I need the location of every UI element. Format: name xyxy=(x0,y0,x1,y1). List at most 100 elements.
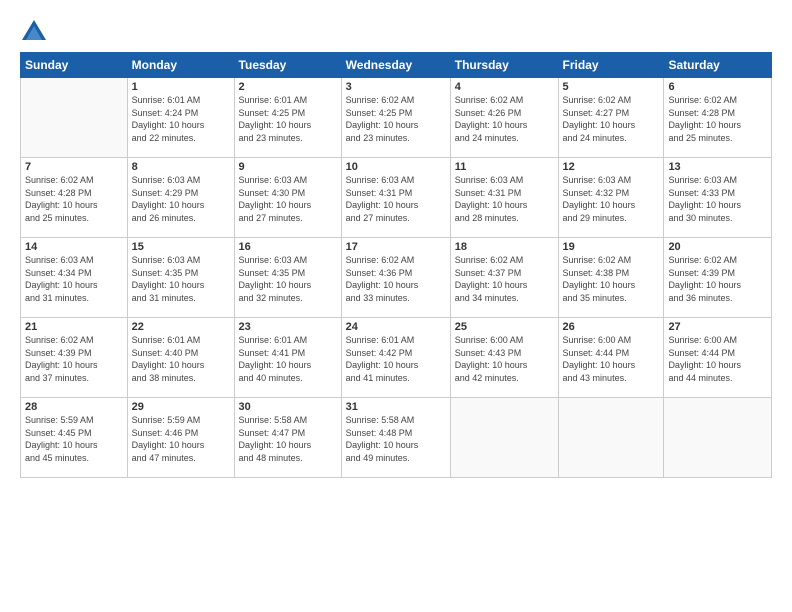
calendar-cell: 16Sunrise: 6:03 AM Sunset: 4:35 PM Dayli… xyxy=(234,238,341,318)
day-number: 19 xyxy=(563,241,660,253)
day-info: Sunrise: 6:03 AM Sunset: 4:34 PM Dayligh… xyxy=(25,254,123,304)
day-number: 17 xyxy=(346,241,446,253)
calendar-cell: 31Sunrise: 5:58 AM Sunset: 4:48 PM Dayli… xyxy=(341,398,450,478)
day-info: Sunrise: 6:01 AM Sunset: 4:24 PM Dayligh… xyxy=(132,94,230,144)
calendar-cell: 24Sunrise: 6:01 AM Sunset: 4:42 PM Dayli… xyxy=(341,318,450,398)
calendar-header-saturday: Saturday xyxy=(664,53,772,78)
day-info: Sunrise: 6:03 AM Sunset: 4:35 PM Dayligh… xyxy=(239,254,337,304)
day-info: Sunrise: 6:00 AM Sunset: 4:43 PM Dayligh… xyxy=(455,334,554,384)
calendar-week-row: 7Sunrise: 6:02 AM Sunset: 4:28 PM Daylig… xyxy=(21,158,772,238)
day-info: Sunrise: 6:03 AM Sunset: 4:31 PM Dayligh… xyxy=(455,174,554,224)
day-number: 10 xyxy=(346,161,446,173)
day-info: Sunrise: 5:58 AM Sunset: 4:47 PM Dayligh… xyxy=(239,414,337,464)
day-number: 3 xyxy=(346,81,446,93)
day-info: Sunrise: 5:59 AM Sunset: 4:46 PM Dayligh… xyxy=(132,414,230,464)
calendar-cell: 21Sunrise: 6:02 AM Sunset: 4:39 PM Dayli… xyxy=(21,318,128,398)
calendar-cell: 9Sunrise: 6:03 AM Sunset: 4:30 PM Daylig… xyxy=(234,158,341,238)
day-number: 13 xyxy=(668,161,767,173)
calendar-cell: 2Sunrise: 6:01 AM Sunset: 4:25 PM Daylig… xyxy=(234,78,341,158)
day-number: 30 xyxy=(239,401,337,413)
day-number: 8 xyxy=(132,161,230,173)
calendar-cell: 15Sunrise: 6:03 AM Sunset: 4:35 PM Dayli… xyxy=(127,238,234,318)
day-info: Sunrise: 6:02 AM Sunset: 4:27 PM Dayligh… xyxy=(563,94,660,144)
calendar-header-sunday: Sunday xyxy=(21,53,128,78)
day-number: 31 xyxy=(346,401,446,413)
calendar-cell: 13Sunrise: 6:03 AM Sunset: 4:33 PM Dayli… xyxy=(664,158,772,238)
calendar-cell: 10Sunrise: 6:03 AM Sunset: 4:31 PM Dayli… xyxy=(341,158,450,238)
day-info: Sunrise: 6:03 AM Sunset: 4:29 PM Dayligh… xyxy=(132,174,230,224)
logo-icon xyxy=(20,18,48,46)
day-number: 6 xyxy=(668,81,767,93)
calendar-cell: 29Sunrise: 5:59 AM Sunset: 4:46 PM Dayli… xyxy=(127,398,234,478)
day-info: Sunrise: 6:02 AM Sunset: 4:39 PM Dayligh… xyxy=(25,334,123,384)
day-info: Sunrise: 6:03 AM Sunset: 4:33 PM Dayligh… xyxy=(668,174,767,224)
calendar-week-row: 14Sunrise: 6:03 AM Sunset: 4:34 PM Dayli… xyxy=(21,238,772,318)
calendar-cell: 25Sunrise: 6:00 AM Sunset: 4:43 PM Dayli… xyxy=(450,318,558,398)
day-number: 21 xyxy=(25,321,123,333)
calendar-cell: 14Sunrise: 6:03 AM Sunset: 4:34 PM Dayli… xyxy=(21,238,128,318)
day-info: Sunrise: 6:02 AM Sunset: 4:26 PM Dayligh… xyxy=(455,94,554,144)
day-number: 11 xyxy=(455,161,554,173)
calendar-cell: 12Sunrise: 6:03 AM Sunset: 4:32 PM Dayli… xyxy=(558,158,664,238)
calendar-header-row: SundayMondayTuesdayWednesdayThursdayFrid… xyxy=(21,53,772,78)
calendar-header-friday: Friday xyxy=(558,53,664,78)
day-number: 7 xyxy=(25,161,123,173)
day-info: Sunrise: 6:03 AM Sunset: 4:31 PM Dayligh… xyxy=(346,174,446,224)
day-number: 27 xyxy=(668,321,767,333)
calendar-cell: 5Sunrise: 6:02 AM Sunset: 4:27 PM Daylig… xyxy=(558,78,664,158)
calendar-cell: 28Sunrise: 5:59 AM Sunset: 4:45 PM Dayli… xyxy=(21,398,128,478)
day-number: 29 xyxy=(132,401,230,413)
day-info: Sunrise: 6:02 AM Sunset: 4:28 PM Dayligh… xyxy=(668,94,767,144)
calendar-cell: 11Sunrise: 6:03 AM Sunset: 4:31 PM Dayli… xyxy=(450,158,558,238)
day-number: 25 xyxy=(455,321,554,333)
calendar-cell: 20Sunrise: 6:02 AM Sunset: 4:39 PM Dayli… xyxy=(664,238,772,318)
day-number: 16 xyxy=(239,241,337,253)
calendar-cell xyxy=(664,398,772,478)
day-number: 24 xyxy=(346,321,446,333)
day-number: 12 xyxy=(563,161,660,173)
calendar-cell xyxy=(21,78,128,158)
day-info: Sunrise: 6:03 AM Sunset: 4:32 PM Dayligh… xyxy=(563,174,660,224)
day-number: 1 xyxy=(132,81,230,93)
calendar-week-row: 21Sunrise: 6:02 AM Sunset: 4:39 PM Dayli… xyxy=(21,318,772,398)
calendar-header-monday: Monday xyxy=(127,53,234,78)
day-info: Sunrise: 6:02 AM Sunset: 4:39 PM Dayligh… xyxy=(668,254,767,304)
day-info: Sunrise: 6:01 AM Sunset: 4:25 PM Dayligh… xyxy=(239,94,337,144)
calendar-cell: 18Sunrise: 6:02 AM Sunset: 4:37 PM Dayli… xyxy=(450,238,558,318)
day-info: Sunrise: 6:03 AM Sunset: 4:30 PM Dayligh… xyxy=(239,174,337,224)
day-number: 9 xyxy=(239,161,337,173)
calendar-cell: 17Sunrise: 6:02 AM Sunset: 4:36 PM Dayli… xyxy=(341,238,450,318)
calendar-table: SundayMondayTuesdayWednesdayThursdayFrid… xyxy=(20,52,772,478)
day-info: Sunrise: 6:01 AM Sunset: 4:41 PM Dayligh… xyxy=(239,334,337,384)
calendar-week-row: 1Sunrise: 6:01 AM Sunset: 4:24 PM Daylig… xyxy=(21,78,772,158)
header xyxy=(20,18,772,46)
calendar-cell: 23Sunrise: 6:01 AM Sunset: 4:41 PM Dayli… xyxy=(234,318,341,398)
calendar-cell: 26Sunrise: 6:00 AM Sunset: 4:44 PM Dayli… xyxy=(558,318,664,398)
day-number: 2 xyxy=(239,81,337,93)
day-info: Sunrise: 6:02 AM Sunset: 4:37 PM Dayligh… xyxy=(455,254,554,304)
day-number: 4 xyxy=(455,81,554,93)
day-number: 20 xyxy=(668,241,767,253)
calendar-cell xyxy=(558,398,664,478)
calendar-cell: 22Sunrise: 6:01 AM Sunset: 4:40 PM Dayli… xyxy=(127,318,234,398)
calendar-cell: 19Sunrise: 6:02 AM Sunset: 4:38 PM Dayli… xyxy=(558,238,664,318)
calendar-cell: 6Sunrise: 6:02 AM Sunset: 4:28 PM Daylig… xyxy=(664,78,772,158)
day-number: 5 xyxy=(563,81,660,93)
calendar-cell: 30Sunrise: 5:58 AM Sunset: 4:47 PM Dayli… xyxy=(234,398,341,478)
calendar-cell: 8Sunrise: 6:03 AM Sunset: 4:29 PM Daylig… xyxy=(127,158,234,238)
day-info: Sunrise: 6:00 AM Sunset: 4:44 PM Dayligh… xyxy=(563,334,660,384)
calendar-header-tuesday: Tuesday xyxy=(234,53,341,78)
calendar-cell: 3Sunrise: 6:02 AM Sunset: 4:25 PM Daylig… xyxy=(341,78,450,158)
calendar-header-wednesday: Wednesday xyxy=(341,53,450,78)
day-info: Sunrise: 5:58 AM Sunset: 4:48 PM Dayligh… xyxy=(346,414,446,464)
logo xyxy=(20,18,52,46)
page: SundayMondayTuesdayWednesdayThursdayFrid… xyxy=(0,0,792,488)
day-info: Sunrise: 6:03 AM Sunset: 4:35 PM Dayligh… xyxy=(132,254,230,304)
calendar-cell: 4Sunrise: 6:02 AM Sunset: 4:26 PM Daylig… xyxy=(450,78,558,158)
calendar-cell: 1Sunrise: 6:01 AM Sunset: 4:24 PM Daylig… xyxy=(127,78,234,158)
day-info: Sunrise: 6:01 AM Sunset: 4:40 PM Dayligh… xyxy=(132,334,230,384)
day-info: Sunrise: 6:00 AM Sunset: 4:44 PM Dayligh… xyxy=(668,334,767,384)
day-number: 26 xyxy=(563,321,660,333)
day-info: Sunrise: 6:02 AM Sunset: 4:38 PM Dayligh… xyxy=(563,254,660,304)
day-number: 23 xyxy=(239,321,337,333)
